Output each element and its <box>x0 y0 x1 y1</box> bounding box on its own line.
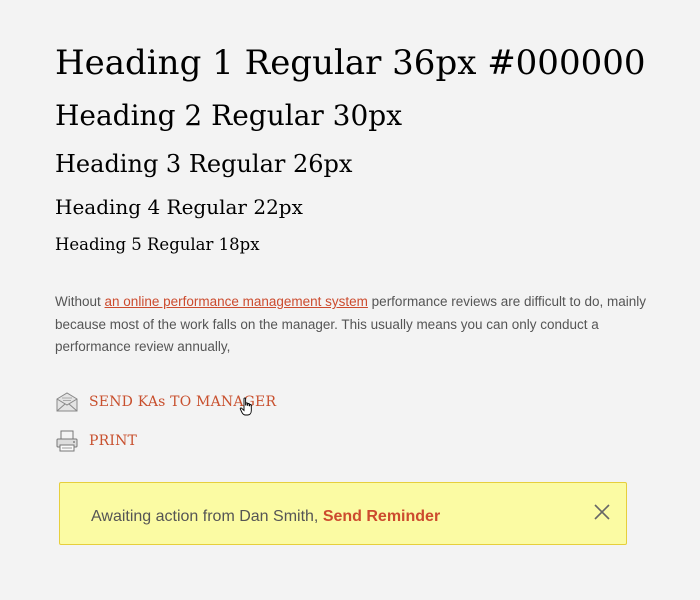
send-reminder-link[interactable]: Send Reminder <box>323 508 440 525</box>
print-label: PRINT <box>89 433 138 449</box>
awaiting-action-alert: Awaiting action from Dan Smith, Send Rem… <box>59 482 627 545</box>
alert-text: Awaiting action from Dan Smith, <box>91 508 323 525</box>
alert-message: Awaiting action from Dan Smith, Send Rem… <box>91 508 440 526</box>
heading-3: Heading 3 Regular 26px <box>55 150 353 178</box>
envelope-icon <box>55 390 79 414</box>
printer-icon <box>55 429 79 453</box>
body-paragraph: Without an online performance management… <box>55 291 655 359</box>
paragraph-text-start: Without <box>55 294 105 309</box>
heading-2: Heading 2 Regular 30px <box>55 99 403 132</box>
hand-cursor-icon <box>239 397 255 417</box>
heading-4: Heading 4 Regular 22px <box>55 195 303 219</box>
performance-management-link[interactable]: an online performance management system <box>105 294 368 309</box>
heading-5: Heading 5 Regular 18px <box>55 235 260 254</box>
print-button[interactable]: PRINT <box>55 429 137 453</box>
close-icon[interactable] <box>591 501 613 523</box>
heading-1: Heading 1 Regular 36px #000000 <box>55 43 646 83</box>
